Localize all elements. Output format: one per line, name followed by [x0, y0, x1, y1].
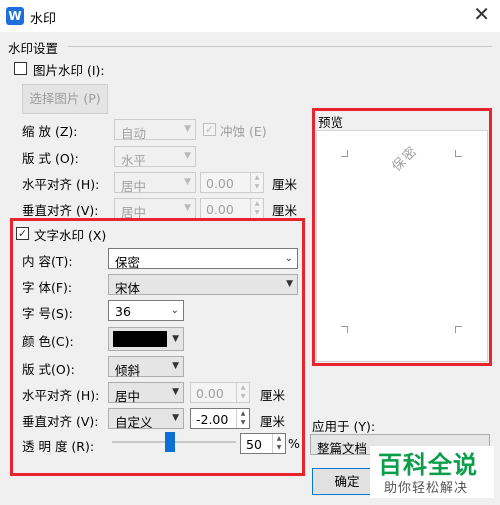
picture-halign-label: 水平对齐 (H): [22, 177, 100, 192]
checkmark-icon: ✓ [204, 123, 215, 136]
washout-checkbox[interactable]: ✓ [203, 123, 216, 136]
content-combobox[interactable]: 保密 ⌄ [108, 248, 298, 270]
watermark-settings-heading: 水印设置 [8, 41, 59, 56]
chevron-down-icon: ▼ [286, 279, 293, 289]
font-select[interactable]: 宋体 ▼ [108, 274, 298, 296]
chevron-down-icon: ▼ [184, 203, 191, 213]
page-corner-mark [455, 326, 462, 333]
scale-select[interactable]: 自动 ▼ [114, 119, 196, 141]
picture-halign-unit: 厘米 [272, 177, 298, 192]
text-watermark-label: 文字水印 (X) [34, 228, 107, 243]
text-valign-select[interactable]: 自定义 ▼ [108, 408, 184, 430]
content-value: 保密 [115, 255, 141, 270]
chevron-down-icon: ▼ [172, 387, 179, 397]
size-combobox[interactable]: 36 ⌄ [108, 300, 184, 321]
spinner-arrows-icon: ▲ ▼ [236, 383, 249, 402]
text-halign-label: 水平对齐 (H): [22, 388, 100, 403]
text-halign-select[interactable]: 居中 ▼ [108, 382, 184, 404]
washout-label: 冲蚀 (E) [220, 124, 267, 139]
page-corner-mark [341, 150, 348, 157]
size-value: 36 [115, 304, 131, 319]
checkmark-icon: ✓ [17, 227, 28, 240]
color-label: 颜 色(C): [22, 334, 74, 349]
spinner-arrows-icon[interactable]: ▲ ▼ [236, 409, 249, 428]
chevron-down-icon: ▼ [184, 124, 191, 134]
page-corner-mark [341, 326, 348, 333]
text-layout-select[interactable]: 倾斜 ▼ [108, 356, 184, 378]
chevron-down-icon: ▼ [172, 413, 179, 423]
text-watermark-checkbox[interactable]: ✓ [16, 227, 29, 240]
transparency-label: 透 明 度 (R): [22, 439, 95, 454]
page-corner-mark [455, 150, 462, 157]
text-layout-value: 倾斜 [115, 363, 141, 378]
text-halign-unit: 厘米 [260, 388, 286, 403]
text-halign-offset-value: 0.00 [196, 386, 224, 401]
percent-sign: % [288, 436, 300, 451]
picture-halign-value: 居中 [121, 179, 147, 194]
site-badge-subtitle: 助你轻松解决 [384, 481, 469, 496]
content-label: 内 容(T): [22, 254, 73, 269]
picture-halign-offset-value: 0.00 [206, 176, 234, 191]
picture-layout-value: 水平 [121, 153, 147, 168]
text-valign-unit: 厘米 [260, 414, 286, 429]
picture-valign-unit: 厘米 [272, 203, 298, 218]
title-bar [0, 0, 500, 32]
picture-watermark-label: 图片水印 (I): [33, 63, 105, 78]
text-valign-value: 自定义 [115, 415, 153, 430]
chevron-down-icon: ▼ [172, 334, 179, 344]
text-halign-offset[interactable]: 0.00 ▲ ▼ [190, 382, 250, 403]
chevron-down-icon: ▼ [184, 177, 191, 187]
apply-to-value: 整篇文档 [317, 441, 368, 456]
text-layout-label: 版 式(O): [22, 362, 75, 377]
color-swatch [113, 331, 167, 347]
picture-layout-label: 版 式 (O): [22, 151, 79, 166]
color-picker[interactable]: ▼ [108, 327, 184, 351]
chevron-down-icon: ▼ [184, 151, 191, 161]
apply-to-label: 应用于 (Y): [312, 419, 376, 434]
transparency-input[interactable]: 50 ▲ ▼ [240, 433, 286, 454]
scale-value: 自动 [121, 126, 147, 141]
picture-valign-select[interactable]: 居中 ▼ [114, 198, 196, 220]
size-label: 字 号(S): [22, 306, 73, 321]
text-valign-label: 垂直对齐 (V): [22, 414, 99, 429]
transparency-value: 50 [246, 437, 262, 452]
site-badge-title: 百科全说 [378, 451, 478, 479]
text-valign-offset[interactable]: -2.00 ▲ ▼ [190, 408, 250, 429]
close-icon[interactable]: ✕ [473, 4, 490, 24]
picture-valign-label: 垂直对齐 (V): [22, 203, 99, 218]
picture-layout-select[interactable]: 水平 ▼ [114, 146, 196, 168]
picture-halign-offset[interactable]: 0.00 ▲ ▼ [200, 172, 264, 193]
scale-label: 缩 放 (Z): [22, 124, 78, 139]
select-picture-button[interactable]: 选择图片 (P) [22, 84, 108, 114]
picture-halign-select[interactable]: 居中 ▼ [114, 172, 196, 194]
chevron-down-icon[interactable]: ⌄ [285, 253, 293, 264]
font-label: 字 体(F): [22, 280, 73, 295]
chevron-down-icon: ▼ [172, 361, 179, 371]
wps-app-icon: W [6, 7, 24, 25]
picture-valign-offset-value: 0.00 [206, 202, 234, 217]
picture-watermark-checkbox[interactable] [14, 62, 27, 75]
preview-title: 预览 [318, 115, 344, 130]
window-title: 水印 [30, 12, 57, 27]
transparency-slider-thumb[interactable] [165, 432, 175, 452]
chevron-down-icon[interactable]: ⌄ [171, 305, 179, 316]
picture-valign-offset[interactable]: 0.00 ▲ ▼ [200, 198, 264, 219]
group-divider [68, 46, 492, 47]
font-value: 宋体 [115, 281, 141, 296]
spinner-arrows-icon: ▲ ▼ [250, 199, 263, 218]
text-valign-offset-value: -2.00 [196, 412, 229, 427]
spinner-arrows-icon: ▲ ▼ [250, 173, 263, 192]
text-halign-value: 居中 [115, 389, 141, 404]
spinner-arrows-icon[interactable]: ▲ ▼ [272, 434, 285, 453]
